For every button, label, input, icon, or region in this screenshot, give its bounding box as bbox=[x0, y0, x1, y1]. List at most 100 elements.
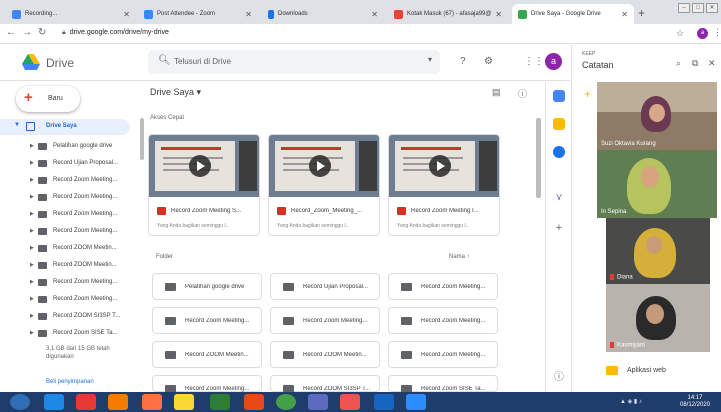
chrome-icon[interactable] bbox=[276, 394, 296, 410]
expand-arrow-icon[interactable]: ▶ bbox=[30, 330, 34, 336]
close-icon[interactable]: ✕ bbox=[621, 10, 628, 19]
drive-logo-icon[interactable] bbox=[22, 54, 40, 70]
close-icon[interactable]: ✕ bbox=[245, 10, 252, 19]
search-box[interactable]: 🔍︎ Telusuri di Drive ▾ bbox=[148, 50, 440, 74]
close-icon[interactable]: ✕ bbox=[708, 58, 716, 69]
tab-drive[interactable]: Drive Saya - Google Drive ✕ bbox=[512, 4, 634, 24]
powerpoint-icon[interactable] bbox=[244, 394, 264, 410]
ie-icon[interactable] bbox=[44, 394, 64, 410]
expand-arrow-icon[interactable]: ▶ bbox=[30, 313, 34, 319]
tree-item[interactable]: ▶ Pelatihan google drive bbox=[0, 139, 130, 155]
app-icon[interactable] bbox=[340, 394, 360, 410]
teams-icon[interactable] bbox=[308, 394, 328, 410]
folder-card[interactable]: Record Zoom Meeting... bbox=[152, 375, 262, 393]
expand-arrow-icon[interactable]: ▶ bbox=[30, 228, 34, 234]
expand-arrow-icon[interactable]: ▶ bbox=[30, 177, 34, 183]
system-tray-icons[interactable]: ▲ ◈ ▮ ♪ bbox=[620, 398, 642, 405]
search-icon[interactable]: ⌕ bbox=[676, 58, 681, 69]
collapse-arrow-icon[interactable]: ▼ bbox=[14, 122, 20, 128]
tree-item[interactable]: ▶ Record Zoom SISE Ta... bbox=[0, 326, 130, 342]
tab-downloads[interactable]: Downloads ✕ bbox=[262, 4, 384, 24]
addon-icon[interactable]: ⋎ bbox=[553, 192, 565, 204]
list-view-icon[interactable]: ▤ bbox=[492, 87, 501, 98]
close-icon[interactable]: ✕ bbox=[371, 10, 378, 19]
start-button-icon[interactable] bbox=[10, 394, 30, 410]
tree-item[interactable]: ▶ Record Zoom Meeting... bbox=[0, 224, 130, 240]
folder-card[interactable]: Record ZOOM SI3SP T... bbox=[270, 375, 380, 393]
explorer-icon[interactable] bbox=[174, 394, 194, 410]
folder-card[interactable]: Pelatihan google drive bbox=[152, 273, 262, 300]
close-icon[interactable]: ✕ bbox=[495, 10, 502, 19]
minimize-icon[interactable]: – bbox=[678, 3, 690, 13]
window-close-icon[interactable]: ✕ bbox=[706, 3, 718, 13]
main-scrollbar[interactable] bbox=[536, 118, 541, 198]
video-tile[interactable]: In Sepina bbox=[597, 150, 717, 218]
clock[interactable]: 14:17 08/12/2020 bbox=[680, 395, 710, 409]
tree-item[interactable]: ▶ Record Zoom Meeting... bbox=[0, 190, 130, 206]
tab-recording[interactable]: Recording... ✕ bbox=[6, 4, 136, 24]
firefox-icon[interactable] bbox=[142, 394, 162, 410]
tab-gmail[interactable]: Kotak Masuk (67) - afasaja99@ ✕ bbox=[388, 4, 508, 24]
open-new-window-icon[interactable]: ⧉ bbox=[692, 58, 698, 69]
calendar-icon[interactable] bbox=[553, 90, 565, 102]
tree-item[interactable]: ▶ Record ZOOM Meetin... bbox=[0, 241, 130, 257]
quick-access-card[interactable]: Record Zoom Meeting S... Yang Anda bagik… bbox=[148, 134, 260, 236]
new-tab-icon[interactable]: + bbox=[638, 6, 645, 20]
add-addon-icon[interactable]: + bbox=[553, 222, 565, 234]
zoom-taskbar-icon[interactable] bbox=[406, 394, 426, 410]
expand-arrow-icon[interactable]: ▶ bbox=[30, 194, 34, 200]
quick-access-card[interactable]: Record Zoom Meeting I... Yang Anda bagik… bbox=[388, 134, 500, 236]
folder-card[interactable]: Record Zoom SISE Ta... bbox=[388, 375, 498, 393]
tree-item[interactable]: ▶ Record Zoom Meeting... bbox=[0, 207, 130, 223]
new-button[interactable]: + Baru bbox=[16, 86, 80, 112]
bookmark-star-icon[interactable]: ☆ bbox=[676, 28, 684, 39]
apps-grid-icon[interactable]: ⋮⋮ bbox=[524, 56, 544, 67]
folder-card[interactable]: Record Zoom Meeting... bbox=[152, 307, 262, 334]
sort-by-name[interactable]: Nama ↑ bbox=[449, 254, 470, 260]
video-tile[interactable]: Diana bbox=[606, 218, 710, 284]
folder-card[interactable]: Record ZOOM Meetin... bbox=[152, 341, 262, 368]
web-apps-label[interactable]: Aplikasi web bbox=[627, 367, 666, 374]
excel-icon[interactable] bbox=[210, 394, 230, 410]
folder-card[interactable]: Record Zoom Meeting... bbox=[388, 341, 498, 368]
keep-icon[interactable] bbox=[553, 118, 565, 130]
sort-arrow-up-icon[interactable]: ↑ bbox=[467, 254, 470, 260]
tree-item[interactable]: ▶ Record Ujian Proposal... bbox=[0, 156, 130, 172]
folder-card[interactable]: Record Zoom Meeting... bbox=[388, 307, 498, 334]
expand-arrow-icon[interactable]: ▶ bbox=[30, 296, 34, 302]
show-panel-icon[interactable]: ⓘ bbox=[553, 372, 565, 384]
folder-card[interactable]: Record Zoom Meeting... bbox=[270, 307, 380, 334]
folder-card[interactable]: Record ZOOM Meetin... bbox=[270, 341, 380, 368]
browser-menu-icon[interactable]: ⋮ bbox=[713, 27, 721, 38]
expand-arrow-icon[interactable]: ▶ bbox=[30, 160, 34, 166]
video-tile[interactable]: Kasmiyani bbox=[606, 284, 710, 352]
folder-card[interactable]: Record Zoom Meeting... bbox=[388, 273, 498, 300]
tab-zoom[interactable]: Post Attendee - Zoom ✕ bbox=[138, 4, 258, 24]
search-options-icon[interactable]: ▾ bbox=[428, 55, 432, 64]
account-avatar[interactable]: a bbox=[545, 53, 562, 70]
reload-icon[interactable]: ↻ bbox=[38, 27, 46, 38]
close-icon[interactable]: ✕ bbox=[123, 10, 130, 19]
video-tile[interactable]: Suzi Oktavia Kurang bbox=[597, 82, 717, 150]
tree-item[interactable]: ▶ Record ZOOM Meetin... bbox=[0, 258, 130, 274]
profile-avatar[interactable]: a bbox=[697, 28, 708, 39]
quick-access-card[interactable]: Record_Zoom_Meeting_... Yang Anda bagika… bbox=[268, 134, 380, 236]
search-icon[interactable]: 🔍︎ bbox=[158, 55, 171, 66]
back-icon[interactable]: ← bbox=[6, 27, 16, 38]
media-icon[interactable] bbox=[76, 394, 96, 410]
buy-storage-link[interactable]: Beli penyimpanan bbox=[46, 379, 94, 385]
folder-card[interactable]: Record Ujian Proposal... bbox=[270, 273, 380, 300]
play-icon[interactable] bbox=[189, 155, 211, 177]
tree-item[interactable]: ▶ Record Zoom Meeting... bbox=[0, 292, 130, 308]
info-icon[interactable]: ⓘ bbox=[518, 87, 527, 100]
word-icon[interactable] bbox=[374, 394, 394, 410]
tree-item[interactable]: ▶ Record Zoom Meeting... bbox=[0, 275, 130, 291]
expand-arrow-icon[interactable]: ▶ bbox=[30, 245, 34, 251]
help-icon[interactable]: ? bbox=[460, 56, 466, 67]
sidebar-scrollbar[interactable] bbox=[140, 118, 144, 160]
tree-item[interactable]: ▶ Record ZOOM SI3SP T... bbox=[0, 309, 130, 325]
forward-icon[interactable]: → bbox=[22, 27, 32, 38]
add-note-icon[interactable]: + bbox=[584, 87, 591, 101]
settings-icon[interactable]: ⚙ bbox=[484, 56, 493, 67]
expand-arrow-icon[interactable]: ▶ bbox=[30, 211, 34, 217]
